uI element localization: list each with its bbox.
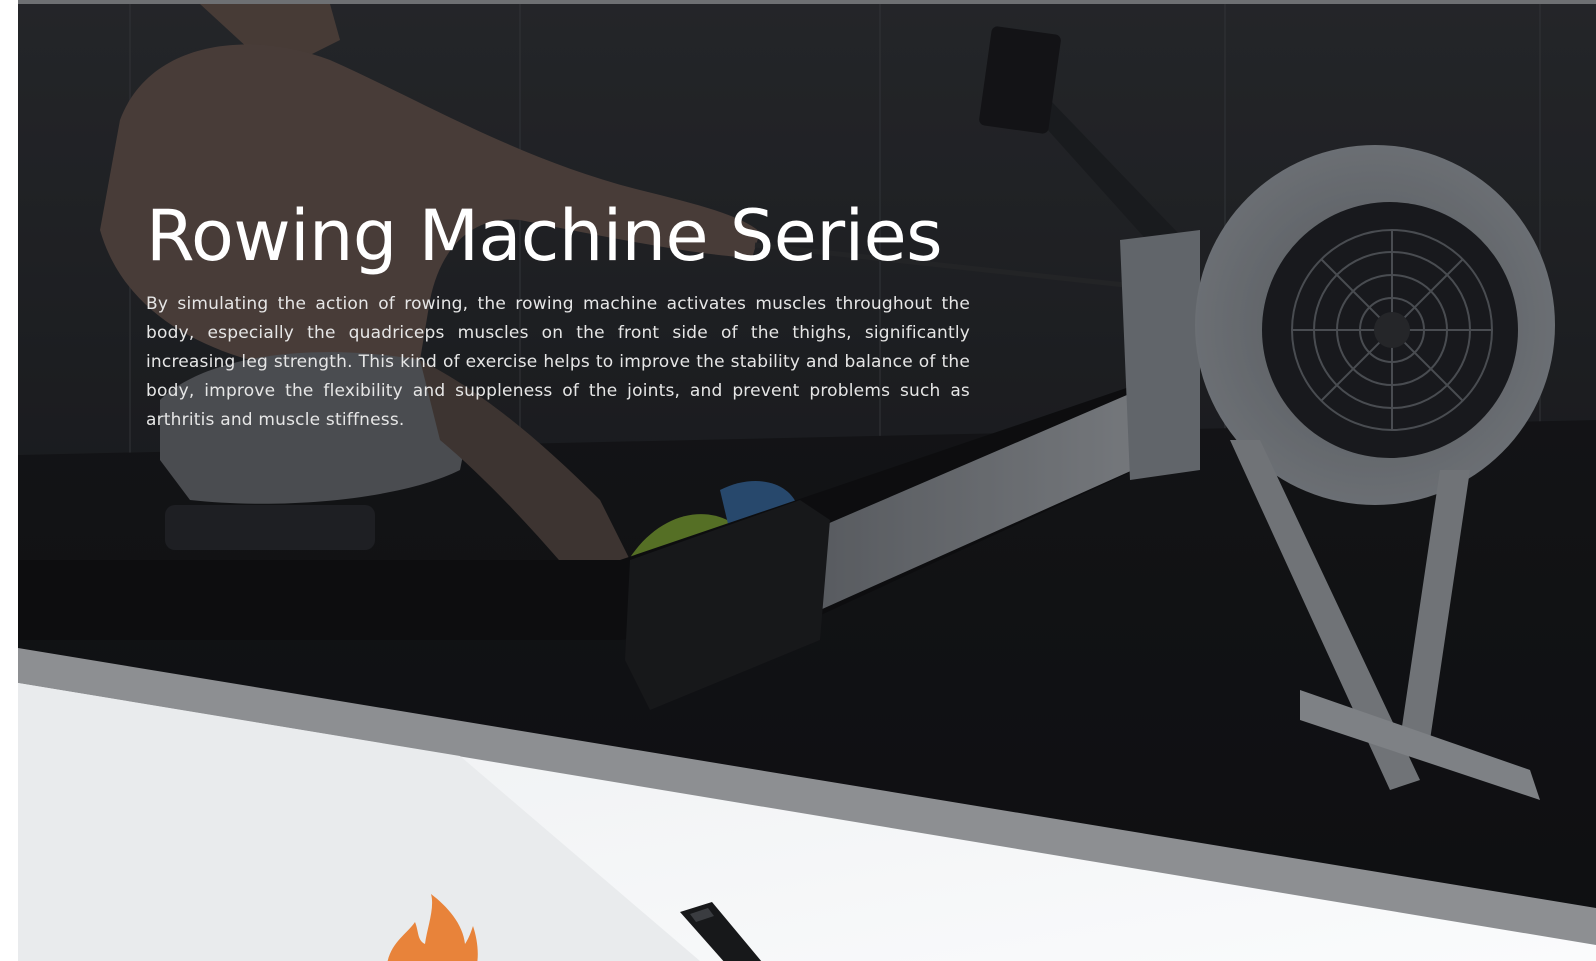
page: Rowing Machine Series By simulating the … [0, 0, 1596, 961]
hero-title: Rowing Machine Series [146, 195, 943, 277]
hero-text-block: Rowing Machine Series By simulating the … [146, 188, 986, 435]
hero-description: By simulating the action of rowing, the … [146, 294, 970, 430]
flame-icon [387, 894, 478, 961]
rowing-monitor-icon [680, 902, 762, 961]
hero-banner-image [18, 4, 1596, 961]
left-gutter [0, 0, 18, 961]
